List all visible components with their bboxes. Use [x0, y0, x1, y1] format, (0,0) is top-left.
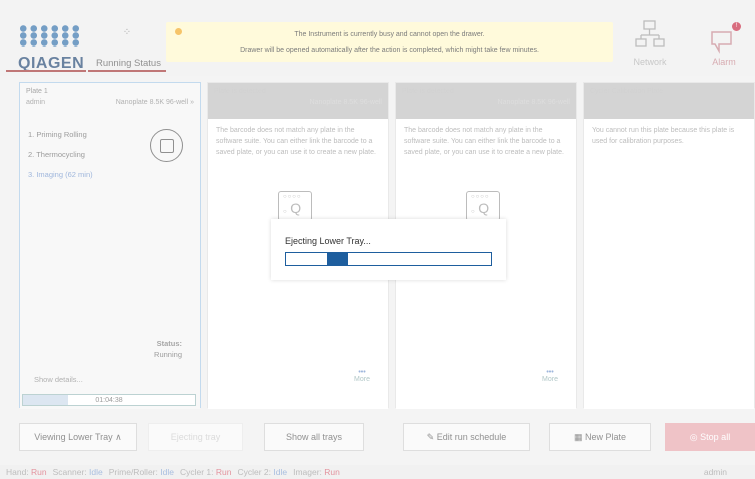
eject-progress-bar: [285, 252, 492, 266]
ejecting-dialog: Ejecting Lower Tray...: [271, 219, 506, 280]
dialog-title: Ejecting Lower Tray...: [285, 236, 371, 246]
eject-progress-fill: [327, 253, 348, 265]
